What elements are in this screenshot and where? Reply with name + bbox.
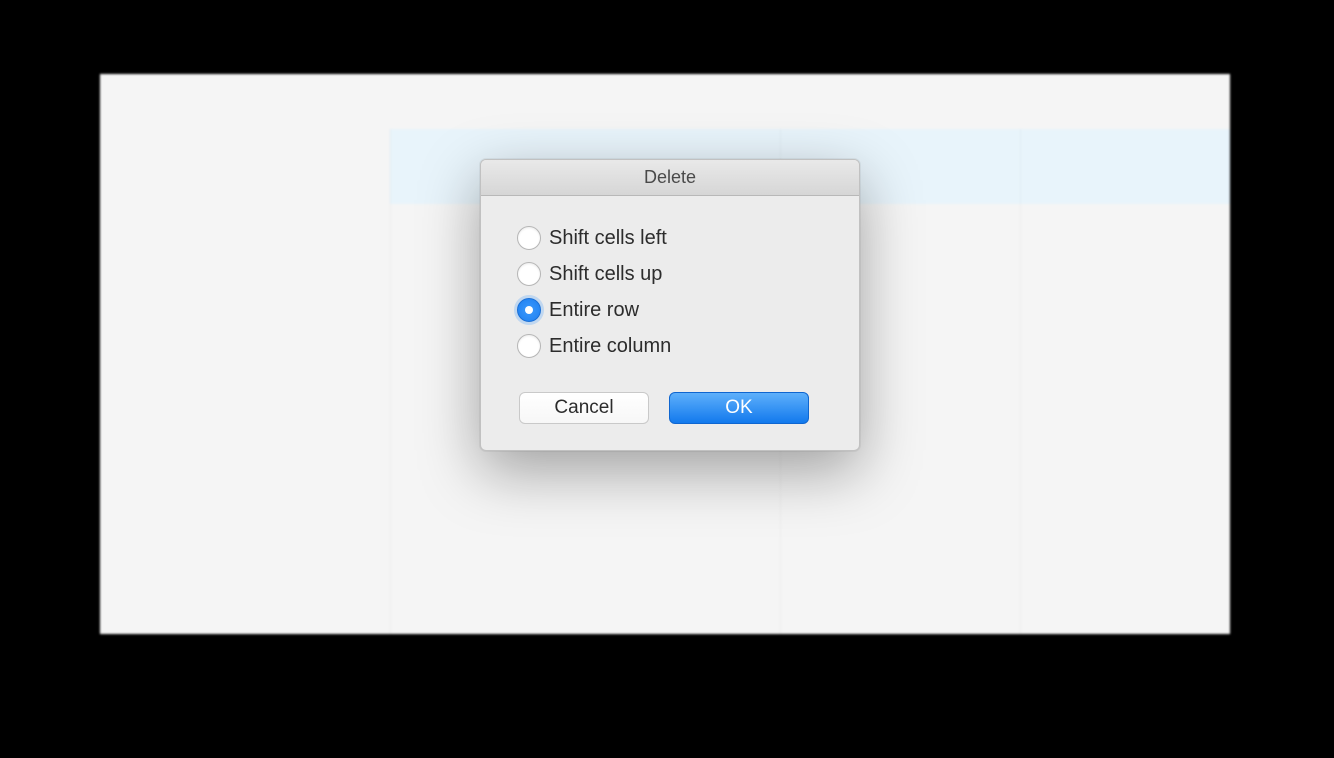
radio-label: Entire column <box>549 335 671 358</box>
ok-button[interactable]: OK <box>669 392 809 424</box>
radio-label: Entire row <box>549 299 639 322</box>
option-entire-column[interactable]: Entire column <box>517 334 823 358</box>
option-entire-row[interactable]: Entire row <box>517 298 823 322</box>
radio-icon <box>517 334 541 358</box>
radio-icon-selected <box>517 298 541 322</box>
dialog-title: Delete <box>644 167 696 188</box>
option-shift-cells-left[interactable]: Shift cells left <box>517 226 823 250</box>
radio-icon <box>517 262 541 286</box>
delete-options-group: Shift cells left Shift cells up Entire r… <box>517 226 823 358</box>
dialog-titlebar: Delete <box>481 160 859 196</box>
modal-overlay: Delete Shift cells left Shift cells up E… <box>0 0 1334 758</box>
option-shift-cells-up[interactable]: Shift cells up <box>517 262 823 286</box>
radio-icon <box>517 226 541 250</box>
radio-label: Shift cells left <box>549 227 667 250</box>
dialog-button-row: Cancel OK <box>517 392 823 424</box>
dialog-body: Shift cells left Shift cells up Entire r… <box>481 196 859 450</box>
cancel-button[interactable]: Cancel <box>519 392 649 424</box>
delete-dialog: Delete Shift cells left Shift cells up E… <box>480 159 860 451</box>
radio-label: Shift cells up <box>549 263 662 286</box>
